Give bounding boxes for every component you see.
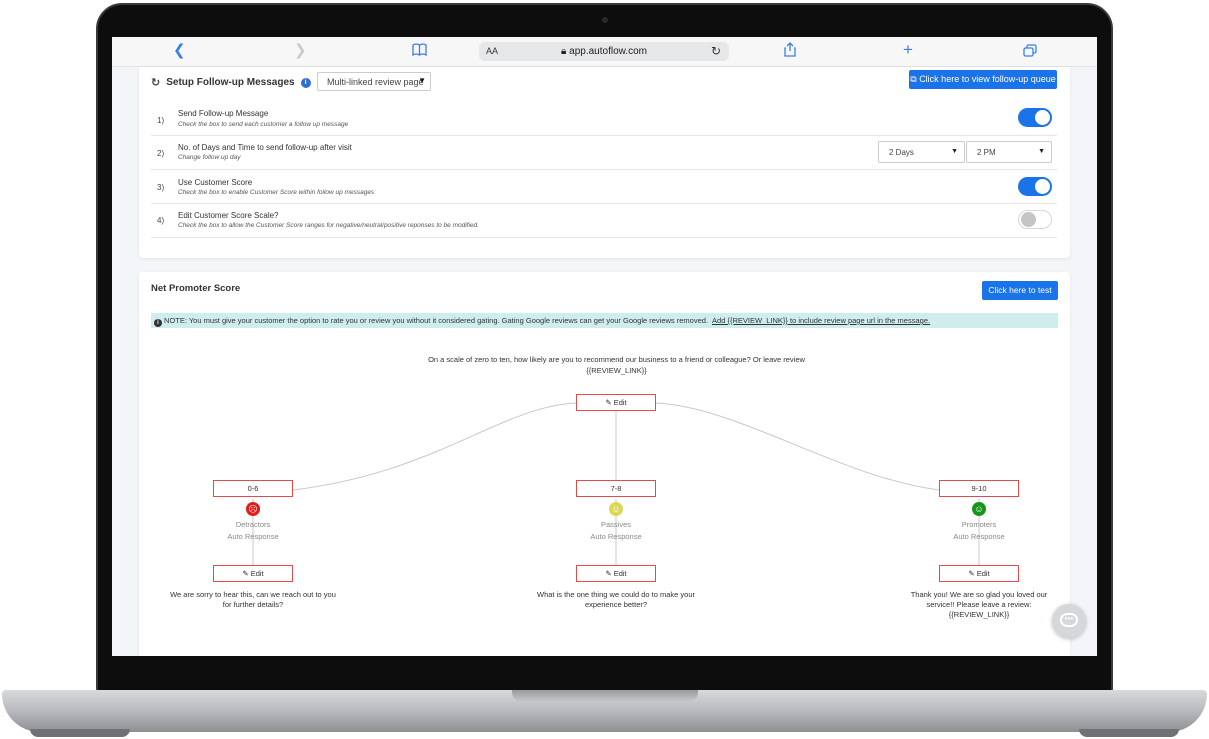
passives-edit-button[interactable]: ✎ Edit: [576, 565, 656, 582]
view-followup-queue-button[interactable]: ⧉ Click here to view follow-up queue: [909, 70, 1057, 89]
followup-row-scale: 4) Edit Customer Score Scale? Check the …: [151, 204, 1057, 238]
laptop-notch: [512, 690, 698, 702]
time-select[interactable]: 2 PM ▼: [966, 141, 1052, 163]
neutral-face-icon: ☺: [609, 502, 623, 516]
followup-title: Setup Follow-up Messages: [166, 77, 295, 88]
passives-response: What is the one thing we could do to mak…: [536, 590, 695, 609]
lock-icon: 🔒︎: [561, 46, 567, 57]
passives-label: Passives: [600, 520, 631, 529]
laptop-foot-left: [30, 729, 130, 737]
promoters-response: Thank you! We are so glad you loved our …: [910, 590, 1048, 619]
caret-down-icon: ▼: [418, 76, 426, 85]
review-page-select[interactable]: Multi-linked review page ▼: [317, 72, 431, 91]
sync-icon: ↻: [151, 77, 161, 89]
edit-score-scale-toggle[interactable]: [1018, 210, 1052, 229]
followup-row-send: 1) Send Follow-up Message Check the box …: [151, 106, 1057, 136]
promoters-range[interactable]: 9-10: [939, 480, 1019, 497]
edit-icon: ✎: [242, 569, 249, 578]
smile-face-icon: ☺: [972, 502, 986, 516]
row-label: No. of Days and Time to send follow-up a…: [178, 143, 352, 152]
address-bar[interactable]: AA 🔒︎ app.autoflow.com ↻: [479, 42, 729, 61]
tabs-icon[interactable]: [1023, 44, 1037, 61]
browser-toolbar: ❮ ❯ AA 🔒︎ app.autoflow.com ↻ +: [112, 37, 1097, 67]
row-hint: Change follow up day: [178, 154, 241, 161]
send-followup-toggle[interactable]: [1018, 108, 1052, 127]
laptop-foot-right: [1079, 729, 1179, 737]
edit-icon: ✎: [605, 569, 612, 578]
forward-icon[interactable]: ❯: [294, 43, 307, 59]
row-hint: Check the box to send each customer a fo…: [178, 121, 349, 128]
info-icon[interactable]: i: [300, 77, 311, 88]
share-icon[interactable]: [784, 42, 796, 61]
angry-face-icon: ☹: [246, 502, 260, 516]
edit-icon: ✎: [605, 398, 612, 407]
nps-card: Net Promoter Score Click here to test iN…: [139, 272, 1070, 656]
external-link-icon: ⧉: [910, 74, 917, 84]
reload-icon[interactable]: ↻: [711, 44, 721, 58]
detractors-edit-button[interactable]: ✎ Edit: [213, 565, 293, 582]
auto-response-label: Auto Response: [953, 532, 1005, 541]
book-icon[interactable]: [412, 43, 427, 60]
row-hint: Check the box to enable Customer Score w…: [178, 189, 375, 196]
row-label: Use Customer Score: [178, 178, 253, 187]
followup-row-days: 2) No. of Days and Time to send follow-u…: [151, 136, 1057, 170]
detractors-range[interactable]: 0-6: [213, 480, 293, 497]
caret-down-icon: ▼: [1038, 148, 1045, 155]
chat-icon: •••: [1060, 613, 1078, 627]
detractors-response: We are sorry to hear this, can we reach …: [170, 590, 336, 609]
detractors-label: Detractors: [235, 520, 271, 529]
caret-down-icon: ▼: [951, 148, 958, 155]
followup-row-score: 3) Use Customer Score Check the box to e…: [151, 170, 1057, 204]
camera: [602, 17, 608, 23]
back-icon[interactable]: ❮: [173, 43, 186, 59]
new-tab-icon[interactable]: +: [903, 41, 913, 58]
row-label: Edit Customer Score Scale?: [178, 211, 279, 220]
row-label: Send Follow-up Message: [178, 109, 269, 118]
customer-score-toggle[interactable]: [1018, 177, 1052, 196]
promoters-label: Promoters: [961, 520, 997, 529]
question-edit-button[interactable]: ✎ Edit: [576, 394, 656, 411]
url-text: app.autoflow.com: [569, 46, 647, 57]
row-hint: Check the box to allow the Customer Scor…: [178, 222, 479, 229]
followup-card: ↻ Setup Follow-up Messages i Multi-linke…: [139, 67, 1070, 258]
edit-icon: ✎: [968, 569, 975, 578]
auto-response-label: Auto Response: [590, 532, 642, 541]
chat-widget-button[interactable]: •••: [1052, 604, 1086, 638]
promoters-edit-button[interactable]: ✎ Edit: [939, 565, 1019, 582]
screen: ❮ ❯ AA 🔒︎ app.autoflow.com ↻ + ↻ Setup F…: [112, 37, 1097, 656]
days-select[interactable]: 2 Days ▼: [878, 141, 965, 163]
passives-range[interactable]: 7-8: [576, 480, 656, 497]
auto-response-label: Auto Response: [227, 532, 279, 541]
